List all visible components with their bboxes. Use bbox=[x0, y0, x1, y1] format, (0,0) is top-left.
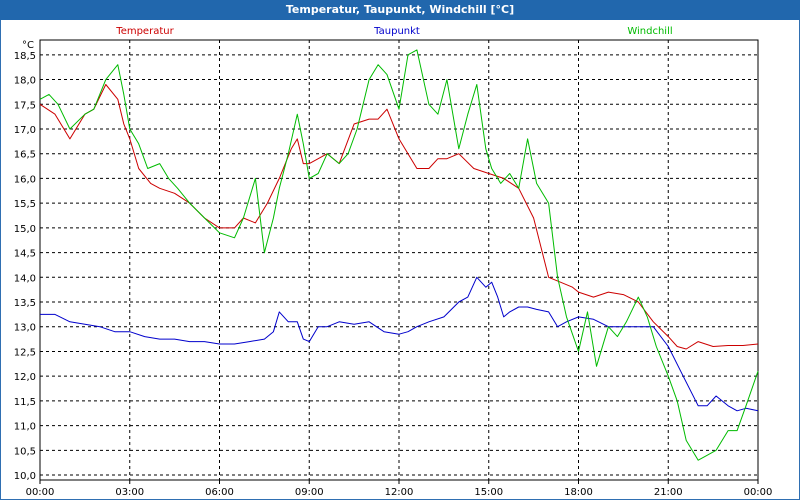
y-tick-label: 16,5 bbox=[14, 150, 36, 161]
x-tick-time: 00:00 bbox=[744, 487, 773, 498]
y-tick-label: 10,0 bbox=[14, 471, 36, 482]
y-axis: °C 10,0 10,5 11,0 11,5 12,0 12,5 13,0 13,5 14,0 1… bbox=[14, 40, 36, 482]
x-tick-time: 21:00 bbox=[654, 487, 683, 498]
chart: °C 10,0 10,5 11,0 11,5 12,0 12,5 13,0 13,5 14,0 1… bbox=[14, 26, 773, 498]
series-line-windchill bbox=[39, 49, 759, 461]
y-tick-label: 14,5 bbox=[14, 249, 36, 260]
y-tick-label: 12,0 bbox=[14, 372, 36, 383]
chart-title: Temperatur, Taupunkt, Windchill [°C] bbox=[0, 0, 800, 20]
legend: Temperatur Taupunkt Windchill bbox=[115, 26, 672, 37]
y-tick-label: 17,5 bbox=[14, 100, 36, 111]
x-tick-time: 09:00 bbox=[295, 487, 324, 498]
y-tick-label: 13,0 bbox=[14, 323, 36, 334]
series-lines bbox=[39, 49, 759, 461]
y-tick-label: 17,0 bbox=[14, 125, 36, 136]
x-axis: 00:0015.10.1903:0015.10.1906:0015.10.190… bbox=[26, 480, 773, 498]
legend-temperatur: Temperatur bbox=[115, 26, 174, 37]
legend-taupunkt: Taupunkt bbox=[373, 26, 420, 37]
y-tick-label: 13,5 bbox=[14, 298, 36, 309]
y-tick-label: 11,0 bbox=[14, 422, 36, 433]
y-tick-label: 14,0 bbox=[14, 273, 36, 284]
y-tick-label: 11,5 bbox=[14, 397, 36, 408]
y-tick-label: 16,0 bbox=[14, 174, 36, 185]
x-tick-time: 06:00 bbox=[205, 487, 234, 498]
y-tick-label: 18,5 bbox=[14, 51, 36, 62]
x-tick-time: 15:00 bbox=[474, 487, 503, 498]
y-tick-label: 12,5 bbox=[14, 347, 36, 358]
y-tick-label: 15,5 bbox=[14, 199, 36, 210]
x-tick-time: 12:00 bbox=[385, 487, 414, 498]
x-tick-time: 03:00 bbox=[115, 487, 144, 498]
x-tick-time: 18:00 bbox=[564, 487, 593, 498]
y-axis-unit: °C bbox=[22, 40, 34, 51]
grid bbox=[40, 40, 758, 480]
y-tick-label: 10,5 bbox=[14, 446, 36, 457]
y-tick-label: 18,0 bbox=[14, 76, 36, 87]
legend-windchill: Windchill bbox=[627, 26, 672, 37]
y-tick-label: 15,0 bbox=[14, 224, 36, 235]
x-tick-time: 00:00 bbox=[26, 487, 55, 498]
